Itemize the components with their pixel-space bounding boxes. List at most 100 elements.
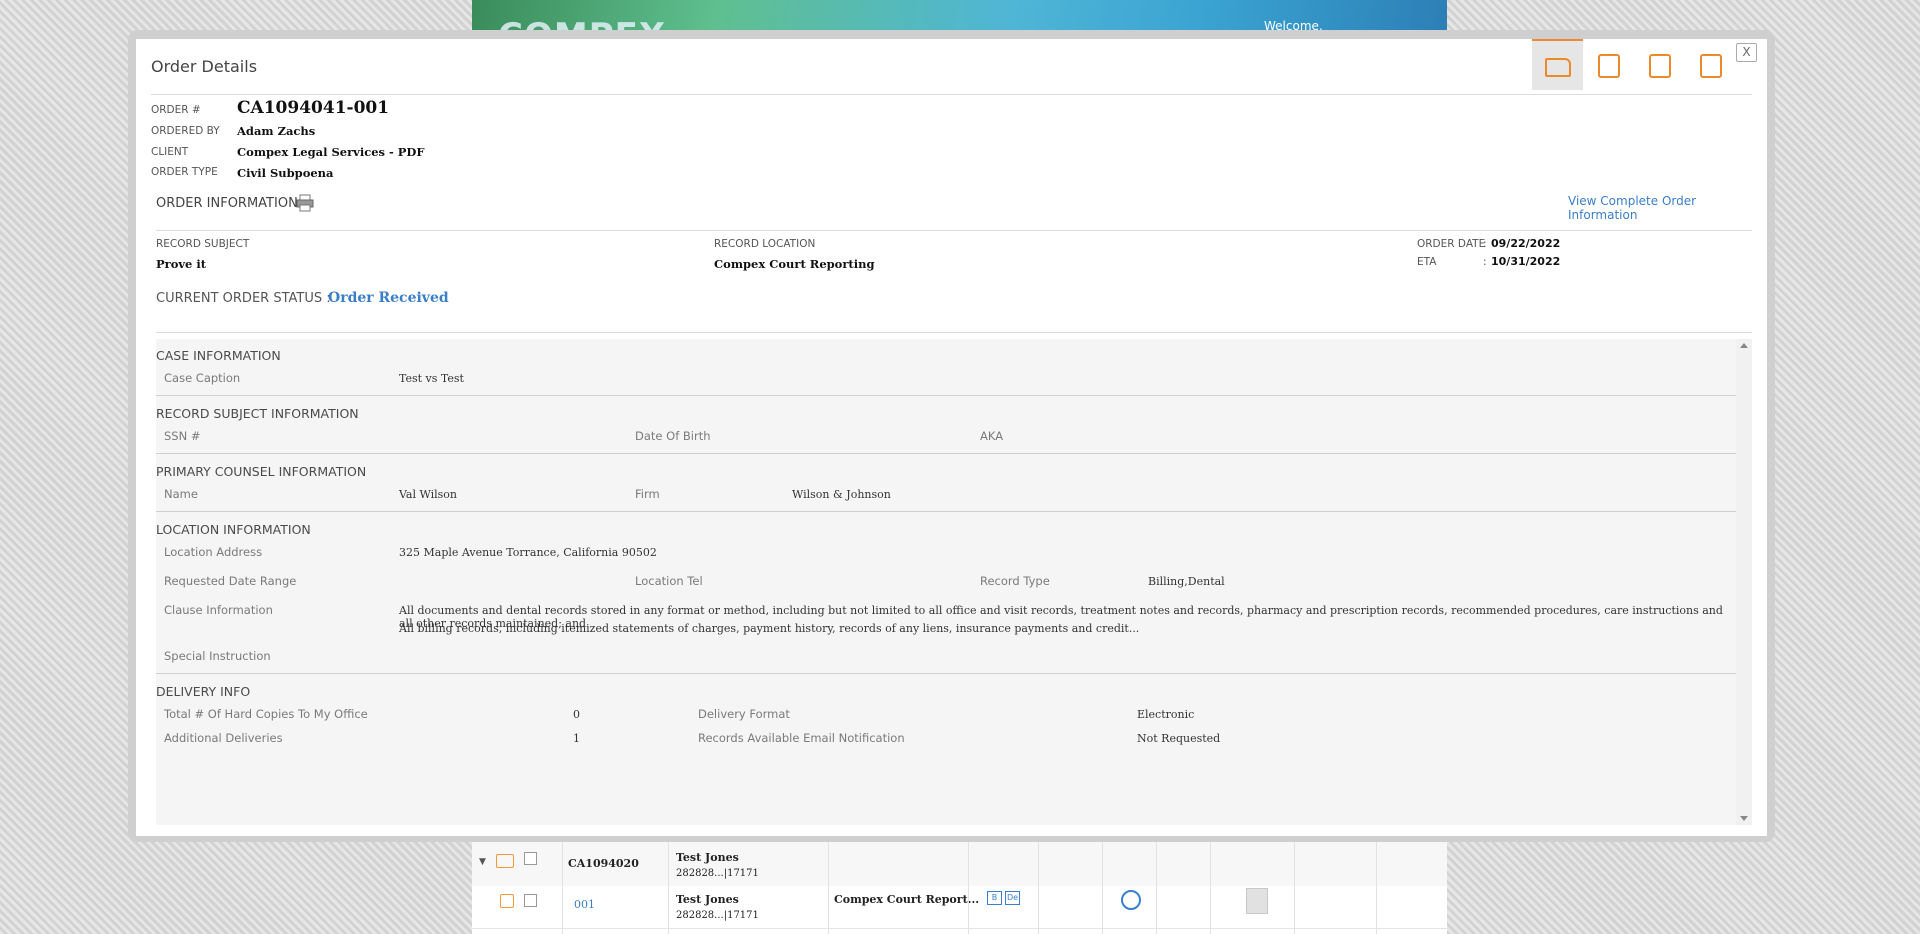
column-divider bbox=[828, 836, 829, 934]
eta-colon: : bbox=[1483, 256, 1487, 268]
table-row[interactable]: ▼ CA1094020 Test Jones 282828...|17171 bbox=[472, 844, 1447, 887]
email-notification-value: Not Requested bbox=[1137, 732, 1221, 745]
requested-date-range-label: Requested Date Range bbox=[164, 574, 297, 588]
date-of-birth-label: Date Of Birth bbox=[635, 429, 711, 443]
column-divider bbox=[1210, 836, 1211, 934]
special-instruction-label: Special Instruction bbox=[164, 649, 271, 663]
order-number-label: ORDER # bbox=[151, 104, 201, 116]
record-location: Compex Court Report... bbox=[834, 893, 980, 906]
document-search-icon bbox=[1598, 54, 1620, 78]
record-subject-sub: 282828...|17171 bbox=[676, 910, 759, 921]
column-divider bbox=[1156, 836, 1157, 934]
record-type-value: Billing,Dental bbox=[1148, 575, 1225, 588]
column-divider bbox=[562, 836, 563, 934]
hard-copies-value: 0 bbox=[573, 708, 580, 721]
table-row[interactable]: 001 Test Jones 282828...|17171 Compex Co… bbox=[472, 886, 1447, 929]
record-location-value: Compex Court Reporting bbox=[714, 257, 875, 271]
toolbar-document-search-button[interactable] bbox=[1583, 39, 1634, 90]
details-background bbox=[156, 339, 1736, 825]
order-number[interactable]: CA1094020 bbox=[568, 857, 639, 870]
column-divider bbox=[1038, 836, 1039, 934]
record-subject-value: Prove it bbox=[156, 257, 207, 271]
firm-value: Wilson & Johnson bbox=[792, 488, 891, 501]
eta-label: ETA bbox=[1417, 256, 1437, 268]
order-information-title: ORDER INFORMATION bbox=[156, 196, 298, 211]
record-subject-label: RECORD SUBJECT bbox=[156, 238, 250, 250]
record-subject: Test Jones bbox=[676, 851, 739, 864]
modal-title: Order Details bbox=[151, 57, 258, 76]
counsel-name-label: Name bbox=[164, 487, 198, 501]
order-date-value: 09/22/2022 bbox=[1491, 237, 1561, 250]
ordered-by-value: Adam Zachs bbox=[237, 124, 316, 138]
divider bbox=[151, 94, 1752, 95]
order-details-scroll-area[interactable]: CASE INFORMATION Case Caption Test vs Te… bbox=[156, 339, 1752, 825]
clause-information-line2: All billing records, including itemized … bbox=[399, 622, 1140, 635]
divider bbox=[156, 395, 1736, 396]
clock-icon[interactable] bbox=[1121, 890, 1141, 910]
divider bbox=[156, 332, 1752, 333]
record-location-label: RECORD LOCATION bbox=[714, 238, 816, 250]
location-information-title: LOCATION INFORMATION bbox=[156, 522, 311, 537]
view-complete-order-link[interactable]: View Complete Order Information bbox=[1568, 194, 1767, 222]
folder-icon[interactable] bbox=[496, 854, 514, 868]
email-notification-label: Records Available Email Notification bbox=[698, 731, 905, 745]
order-number-value: CA1094041-001 bbox=[237, 98, 390, 118]
delivery-info-title: DELIVERY INFO bbox=[156, 684, 251, 699]
order-type-label: ORDER TYPE bbox=[151, 166, 218, 178]
order-date-label: ORDER DATE bbox=[1417, 238, 1486, 250]
home-icon[interactable] bbox=[500, 894, 514, 908]
divider bbox=[156, 673, 1736, 674]
case-information-title: CASE INFORMATION bbox=[156, 348, 281, 363]
expand-icon[interactable]: ▼ bbox=[479, 857, 486, 867]
documents-copy-icon bbox=[1700, 54, 1722, 78]
column-divider bbox=[1102, 836, 1103, 934]
record-subject-sub: 282828...|17171 bbox=[676, 868, 759, 879]
vertical-scrollbar[interactable] bbox=[1736, 339, 1752, 825]
counsel-name-value: Val Wilson bbox=[399, 488, 458, 501]
firm-label: Firm bbox=[635, 487, 660, 501]
case-caption-label: Case Caption bbox=[164, 371, 241, 385]
current-order-status-value: Order Received bbox=[328, 290, 449, 306]
toolbar-documents-copy-button[interactable] bbox=[1685, 39, 1736, 90]
client-label: CLIENT bbox=[151, 146, 189, 158]
additional-deliveries-label: Additional Deliveries bbox=[164, 731, 283, 745]
record-subject: Test Jones bbox=[676, 893, 739, 906]
divider bbox=[156, 230, 1752, 231]
scroll-down-arrow-icon[interactable] bbox=[1740, 816, 1748, 821]
clipboard-icon[interactable] bbox=[1246, 888, 1268, 914]
ssn-label: SSN # bbox=[164, 429, 201, 443]
primary-counsel-information-title: PRIMARY COUNSEL INFORMATION bbox=[156, 464, 367, 479]
divider bbox=[156, 453, 1736, 454]
hard-copies-label: Total # Of Hard Copies To My Office bbox=[164, 707, 368, 721]
row-checkbox[interactable] bbox=[524, 894, 537, 907]
suborder-number[interactable]: 001 bbox=[574, 898, 595, 911]
printer-icon[interactable] bbox=[296, 194, 314, 212]
toolbar-document-list-button[interactable] bbox=[1634, 39, 1685, 90]
current-order-status-label: CURRENT ORDER STATUS : bbox=[156, 291, 331, 306]
order-details-modal: Order Details X ORDER # CA1094041-001 OR… bbox=[136, 39, 1767, 836]
order-type-value: Civil Subpoena bbox=[237, 166, 334, 180]
location-address-label: Location Address bbox=[164, 545, 263, 559]
ordered-by-label: ORDERED BY bbox=[151, 125, 220, 137]
location-tel-label: Location Tel bbox=[635, 574, 703, 588]
case-caption-value: Test vs Test bbox=[399, 372, 464, 385]
column-divider bbox=[668, 836, 669, 934]
clause-information-label: Clause Information bbox=[164, 603, 273, 617]
column-divider bbox=[1294, 836, 1295, 934]
column-divider bbox=[968, 836, 969, 934]
additional-deliveries-value: 1 bbox=[573, 732, 580, 745]
eta-value: 10/31/2022 bbox=[1491, 255, 1561, 268]
aka-label: AKA bbox=[980, 429, 1004, 443]
scroll-up-arrow-icon[interactable] bbox=[1740, 343, 1748, 348]
location-address-value: 325 Maple Avenue Torrance, California 90… bbox=[399, 546, 657, 559]
delivery-format-value: Electronic bbox=[1137, 708, 1195, 721]
client-value: Compex Legal Services - PDF bbox=[237, 145, 425, 159]
divider bbox=[156, 511, 1736, 512]
dental-badge[interactable]: De bbox=[1005, 891, 1020, 905]
billing-badge[interactable]: B bbox=[987, 891, 1002, 905]
close-button[interactable]: X bbox=[1736, 43, 1757, 62]
row-checkbox[interactable] bbox=[524, 852, 537, 865]
record-type-label: Record Type bbox=[980, 574, 1050, 588]
document-list-icon bbox=[1649, 54, 1671, 78]
toolbar-folder-button[interactable] bbox=[1532, 39, 1583, 90]
